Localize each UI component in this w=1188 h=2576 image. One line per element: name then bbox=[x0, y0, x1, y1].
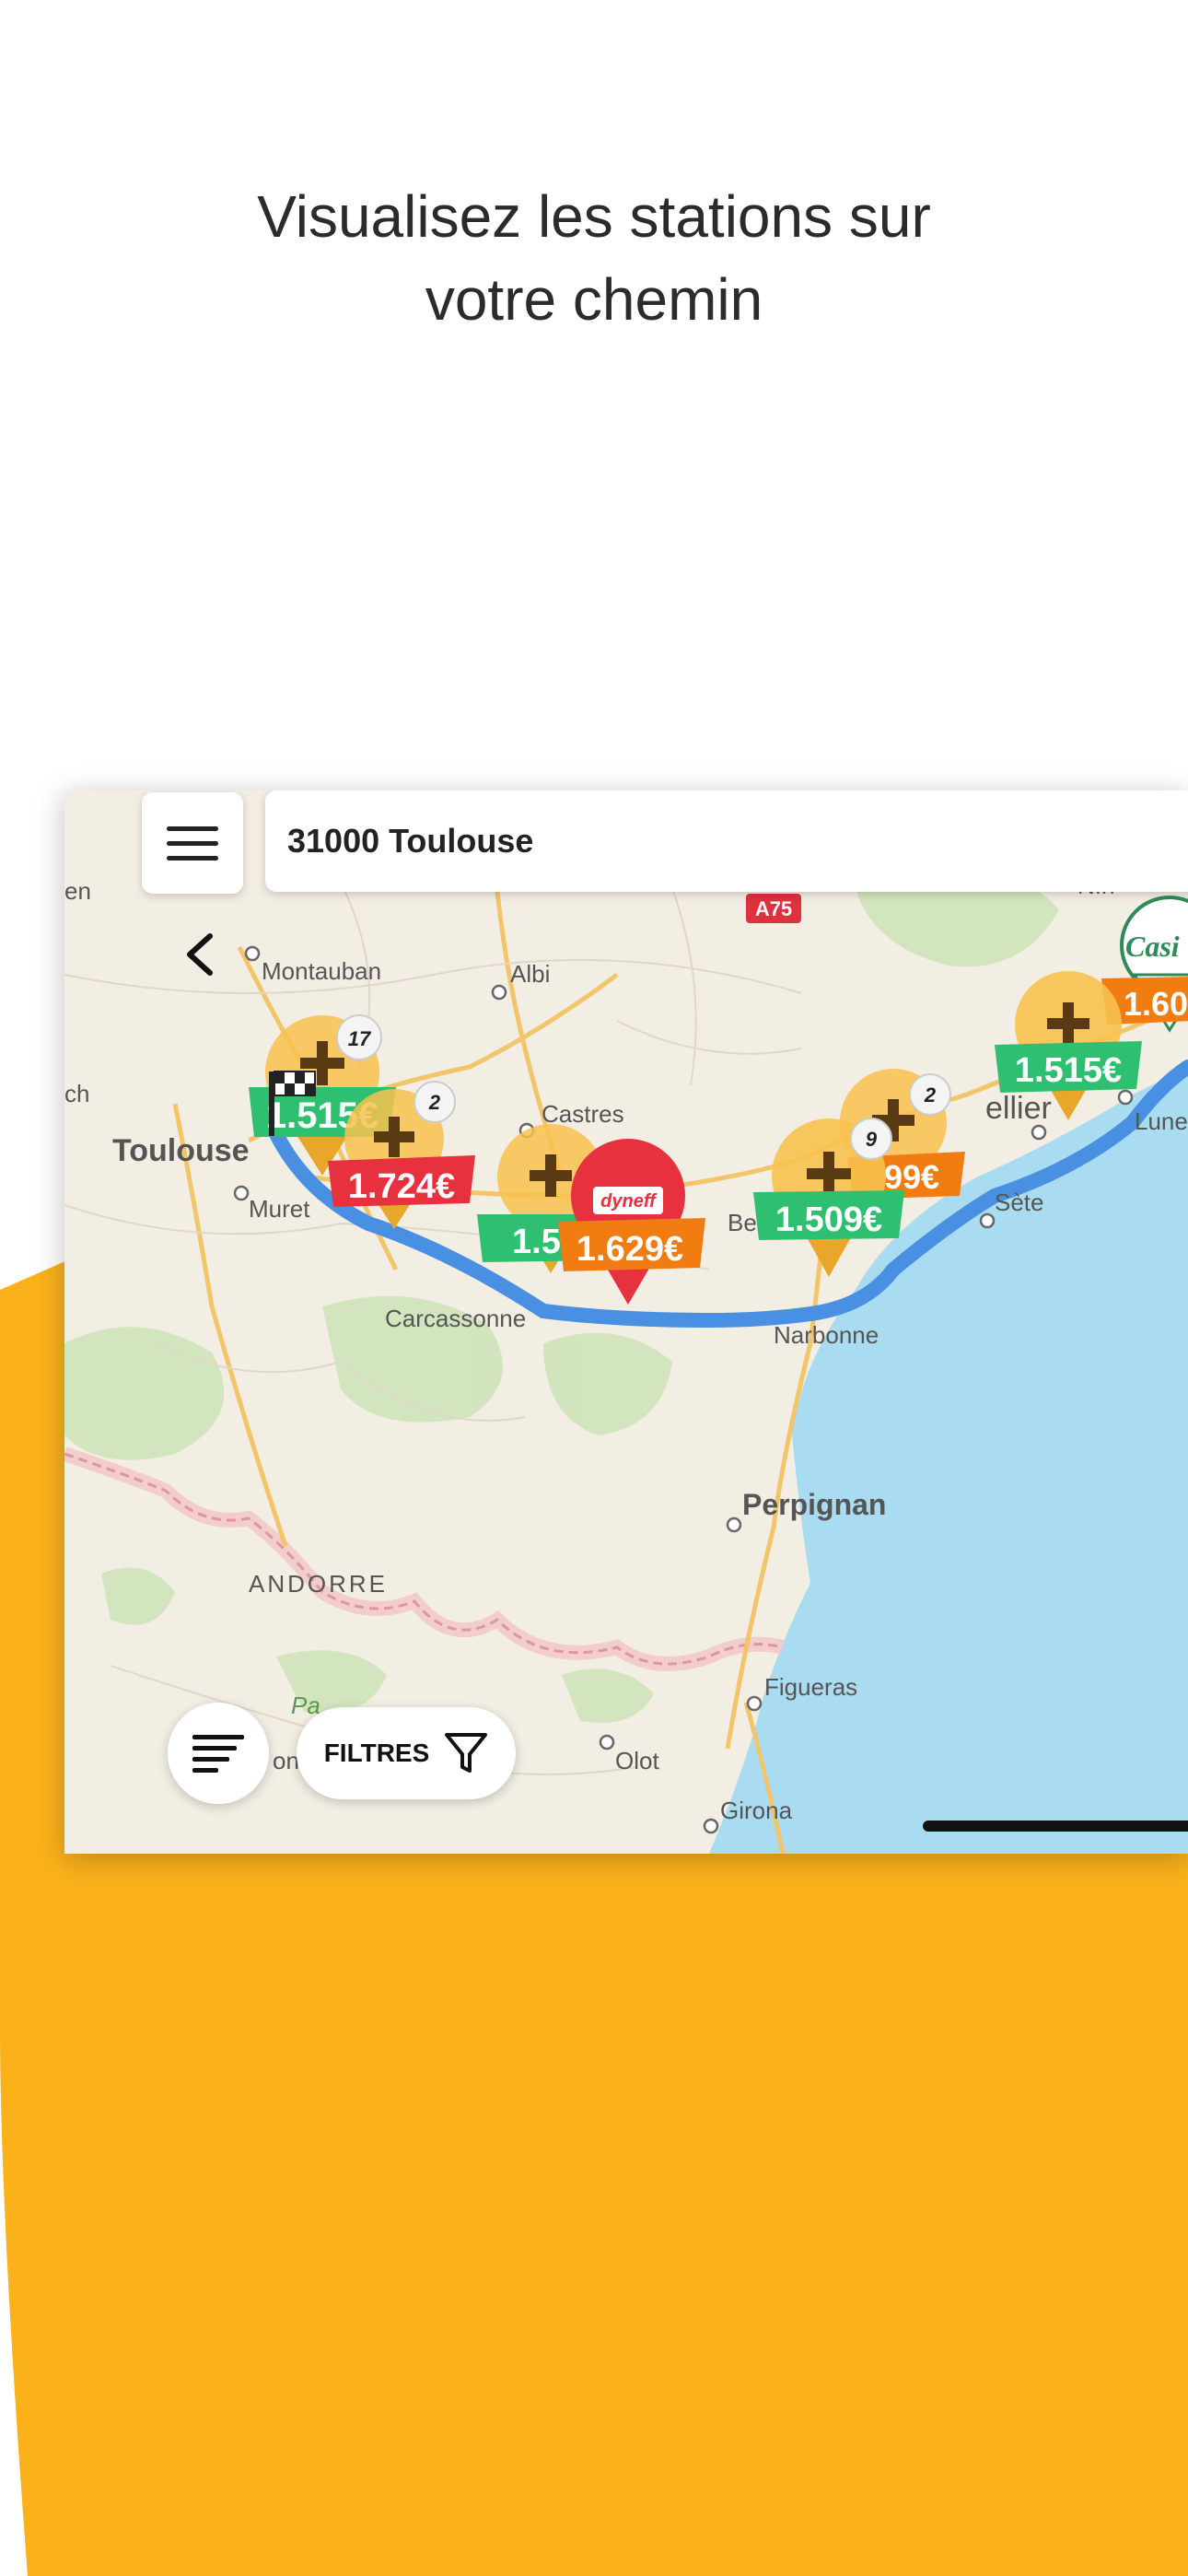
svg-text:1.5: 1.5 bbox=[512, 1223, 561, 1261]
city-figueras: Figueras bbox=[764, 1673, 857, 1701]
list-view-button[interactable] bbox=[168, 1703, 269, 1804]
svg-text:99€: 99€ bbox=[884, 1158, 939, 1196]
city-muret: Muret bbox=[249, 1195, 310, 1223]
svg-text:1.509€: 1.509€ bbox=[775, 1200, 882, 1239]
city-sete: Sète bbox=[995, 1188, 1044, 1216]
search-value: 31000 Toulouse bbox=[287, 822, 534, 860]
hamburger-line bbox=[167, 825, 218, 831]
headline-line-1: Visualisez les stations sur bbox=[257, 183, 931, 250]
filter-funnel-icon bbox=[445, 1733, 488, 1773]
svg-text:1.629€: 1.629€ bbox=[577, 1230, 683, 1269]
city-edge-top-left: en bbox=[64, 877, 91, 905]
city-on-fragment: on bbox=[273, 1747, 299, 1774]
svg-text:2: 2 bbox=[428, 1091, 441, 1114]
back-arrow-icon[interactable] bbox=[177, 929, 228, 980]
city-girona: Girona bbox=[720, 1797, 793, 1824]
city-montpellier: ellier bbox=[985, 1091, 1052, 1126]
road-badge-a75: A75 bbox=[746, 894, 801, 923]
map-canvas[interactable]: A75 Montauban Albi Castres Toulouse Mure… bbox=[64, 790, 1188, 1854]
city-montauban: Montauban bbox=[262, 957, 381, 985]
map-screenshot[interactable]: A75 Montauban Albi Castres Toulouse Mure… bbox=[64, 790, 1188, 1854]
city-carcassonne: Carcassonne bbox=[385, 1305, 526, 1332]
city-be-fragment: Be bbox=[728, 1209, 757, 1236]
region-andorre: ANDORRE bbox=[249, 1570, 388, 1598]
headline-line-2: votre chemin bbox=[425, 266, 763, 333]
sort-list-icon bbox=[192, 1735, 244, 1773]
home-indicator bbox=[923, 1821, 1188, 1832]
search-input[interactable]: 31000 Toulouse bbox=[265, 790, 1188, 892]
filters-label: FILTRES bbox=[323, 1739, 430, 1767]
city-narbonne: Narbonne bbox=[774, 1321, 879, 1349]
svg-text:A75: A75 bbox=[755, 897, 792, 920]
headline: Visualisez les stations sur votre chemin bbox=[0, 175, 1188, 341]
svg-text:1.515€: 1.515€ bbox=[1015, 1051, 1122, 1090]
svg-text:dyneff: dyneff bbox=[600, 1191, 658, 1212]
hamburger-line bbox=[167, 855, 218, 861]
svg-text:2: 2 bbox=[924, 1083, 937, 1107]
svg-text:9: 9 bbox=[866, 1128, 878, 1151]
hamburger-line bbox=[167, 840, 218, 846]
svg-text:17: 17 bbox=[348, 1027, 372, 1050]
svg-text:1.60: 1.60 bbox=[1124, 985, 1188, 1023]
svg-text:1.724€: 1.724€ bbox=[348, 1167, 455, 1206]
city-castres: Castres bbox=[542, 1100, 624, 1128]
city-toulouse: Toulouse bbox=[112, 1133, 250, 1168]
svg-text:Casi: Casi bbox=[1125, 930, 1180, 963]
city-albi: Albi bbox=[510, 960, 550, 988]
city-olot: Olot bbox=[615, 1747, 659, 1774]
filters-button[interactable]: FILTRES bbox=[297, 1707, 516, 1799]
city-lunel: Lune bbox=[1135, 1107, 1188, 1135]
city-edge-mid-left: ch bbox=[64, 1080, 89, 1107]
city-perpignan: Perpignan bbox=[742, 1488, 886, 1521]
menu-button[interactable] bbox=[142, 792, 243, 894]
